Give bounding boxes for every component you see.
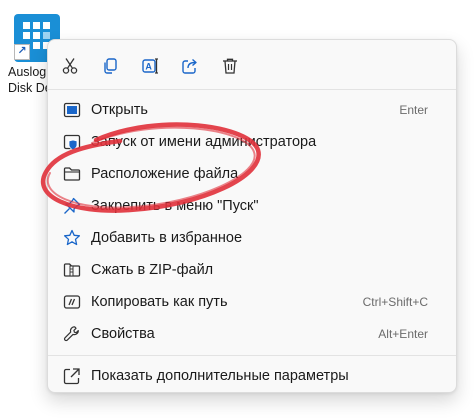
menu-item-label: Свойства [91,326,155,342]
menu-item-file-location[interactable]: Расположение файла [54,158,450,190]
menu-item-properties[interactable]: Свойства Alt+Enter [54,318,450,350]
delete-button[interactable] [214,50,246,82]
menu-item-run-as-admin[interactable]: Запуск от имени администратора [54,126,450,158]
menu-separator [48,355,456,356]
trash-icon [223,58,237,74]
quick-actions-bar: A [54,50,246,82]
folder-icon [63,165,81,183]
menu-item-add-to-favorites[interactable]: Добавить в избранное [54,222,450,254]
copy-button[interactable] [94,50,126,82]
menu-separator [48,89,456,90]
menu-item-shortcut: Enter [399,103,428,117]
menu-item-shortcut: Alt+Enter [378,327,428,341]
share-icon [182,58,197,74]
menu-item-copy-as-path[interactable]: Копировать как путь Ctrl+Shift+C [54,286,450,318]
shortcut-arrow-icon: ↗ [14,44,30,60]
menu-item-label: Копировать как путь [91,294,228,310]
menu-item-label: Показать дополнительные параметры [91,368,349,384]
menu-item-shortcut: Ctrl+Shift+C [362,295,428,309]
desktop: ↗ Auslogics Disk Defrag [0,0,476,419]
svg-text:A: A [145,62,152,72]
zip-icon [63,261,81,279]
rename-button[interactable]: A [134,50,166,82]
menu-item-label: Сжать в ZIP-файл [91,262,214,278]
context-menu: A Открыть Enter Запуск от имени админист… [47,39,457,393]
copy-icon [104,58,117,74]
menu-item-label: Запуск от имени администратора [91,134,317,150]
cut-button[interactable] [54,50,86,82]
admin-shield-icon [63,133,81,151]
pin-icon [63,197,81,215]
menu-item-label: Расположение файла [91,166,239,182]
menu-item-compress-zip[interactable]: Сжать в ZIP-файл [54,254,450,286]
show-more-icon [63,367,81,385]
star-icon [63,229,81,247]
menu-item-show-more-options[interactable]: Показать дополнительные параметры [54,360,450,392]
app-window-icon [63,101,81,119]
menu-item-pin-to-start[interactable]: Закрепить в меню "Пуск" [54,190,450,222]
menu-item-label: Закрепить в меню "Пуск" [91,198,259,214]
rename-icon: A [142,58,158,74]
menu-item-label: Открыть [91,102,148,118]
wrench-icon [63,325,81,343]
scissors-icon [62,58,78,74]
menu-item-open[interactable]: Открыть Enter [54,94,450,126]
menu-item-label: Добавить в избранное [91,230,243,246]
copy-path-icon [63,293,81,311]
share-button[interactable] [174,50,206,82]
